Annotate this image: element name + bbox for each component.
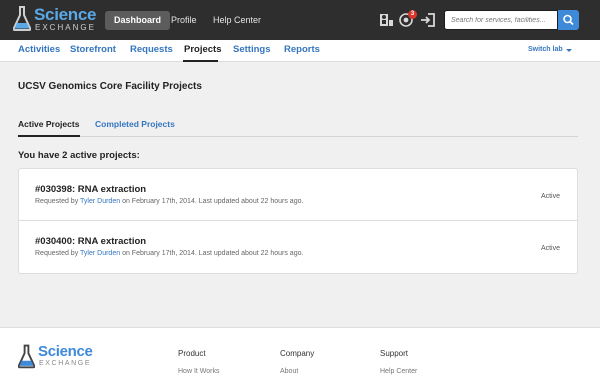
project-list-item[interactable]: #030398: RNA extraction Requested by Tyl… <box>18 168 578 221</box>
footer-heading-support: Support <box>380 349 409 358</box>
flask-icon <box>18 344 35 369</box>
footer-heading-product: Product <box>178 349 206 358</box>
logo-text-science: Science <box>38 343 93 360</box>
project-meta: Requested by Tyler Durden on February 17… <box>35 198 303 205</box>
project-date-text: on February 17th, 2014. Last updated abo… <box>122 250 304 257</box>
logo-text-science: Science <box>34 5 97 24</box>
requested-by-label: Requested by <box>35 198 79 205</box>
project-title[interactable]: #030398: RNA extraction <box>35 184 146 195</box>
search-button[interactable] <box>558 10 579 30</box>
nav-profile-link[interactable]: Profile <box>171 15 197 25</box>
chevron-down-icon[interactable] <box>566 49 572 52</box>
active-projects-count: You have 2 active projects: <box>18 150 140 161</box>
status-label: Active <box>540 245 560 252</box>
footer-heading-company: Company <box>280 349 315 358</box>
project-list-item[interactable]: #030400: RNA extraction Requested by Tyl… <box>18 221 578 274</box>
status-label: Active <box>540 193 560 200</box>
project-date-text: on February 17th, 2014. Last updated abo… <box>122 198 304 205</box>
science-exchange-logo[interactable]: Science EXCHANGE <box>13 4 101 36</box>
logo-text-exchange: EXCHANGE <box>35 23 96 32</box>
tab-reports[interactable]: Reports <box>284 44 320 55</box>
section-tabs-bar: Activities Storefront Requests Projects … <box>0 40 600 62</box>
tab-requests[interactable]: Requests <box>130 44 173 55</box>
requester-link[interactable]: Tyler Durden <box>80 198 120 205</box>
active-tab-indicator <box>183 60 218 62</box>
active-tab-indicator <box>18 135 80 137</box>
nav-help-center-link[interactable]: Help Center <box>213 15 261 25</box>
tab-completed-projects[interactable]: Completed Projects <box>95 119 175 129</box>
footer: Science EXCHANGE Product How It Works Co… <box>0 327 600 380</box>
logo-text-exchange: EXCHANGE <box>39 360 92 367</box>
footer-link-help-center[interactable]: Help Center <box>380 368 417 375</box>
requested-by-label: Requested by <box>35 250 79 257</box>
requester-link[interactable]: Tyler Durden <box>80 250 120 257</box>
search-input[interactable] <box>444 10 558 30</box>
footer-link-how-it-works[interactable]: How It Works <box>178 368 220 375</box>
tab-activities[interactable]: Activities <box>18 44 60 55</box>
project-title[interactable]: #030400: RNA extraction <box>35 236 146 247</box>
notification-count-badge: 3 <box>408 10 417 19</box>
top-navigation-bar: Science EXCHANGE Dashboard Profile Help … <box>0 0 600 40</box>
page-title: UCSV Genomics Core Facility Projects <box>18 81 202 92</box>
nav-dashboard-button[interactable]: Dashboard <box>105 11 171 30</box>
switch-lab-dropdown[interactable]: Switch lab <box>528 46 563 53</box>
flask-icon <box>13 6 31 31</box>
footer-logo[interactable]: Science EXCHANGE <box>18 341 98 375</box>
search-icon <box>563 14 574 26</box>
logout-icon[interactable] <box>419 11 437 29</box>
user-switch-icon[interactable] <box>378 11 396 29</box>
tab-settings[interactable]: Settings <box>233 44 270 55</box>
tab-projects[interactable]: Projects <box>184 44 222 55</box>
tab-active-projects[interactable]: Active Projects <box>18 119 79 129</box>
tabs-divider <box>18 136 578 137</box>
project-meta: Requested by Tyler Durden on February 17… <box>35 250 303 257</box>
footer-link-about[interactable]: About <box>280 368 298 375</box>
tab-storefront[interactable]: Storefront <box>70 44 116 55</box>
